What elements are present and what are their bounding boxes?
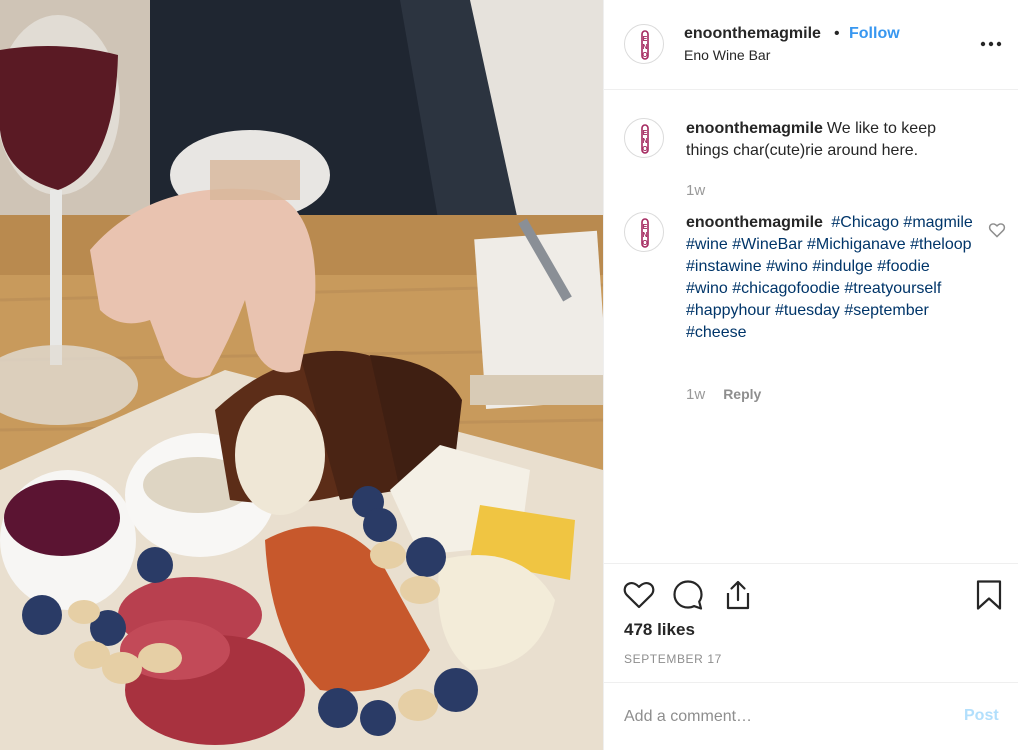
post-actions: 478 likes SEPTEMBER 17 [604,563,1018,682]
share-icon[interactable] [721,578,755,612]
hashtag-link[interactable]: #Michiganave [807,236,906,253]
hashtag-link[interactable]: #wino [766,258,808,275]
charcuterie-photo-art [0,0,603,750]
caption-time: 1w [686,182,706,199]
avatar[interactable]: E N O [624,212,664,252]
svg-text:O: O [642,52,648,59]
svg-text:O: O [642,146,648,153]
hashtag-link[interactable]: #foodie [877,258,930,275]
svg-text:E: E [643,224,648,231]
hashtag-link[interactable]: #chicagofoodie [732,280,840,297]
hashtag-link[interactable]: #tuesday [775,302,840,319]
hashtag-link[interactable]: #treatyourself [844,280,941,297]
more-horizontal-icon[interactable] [979,35,1003,53]
post-photo[interactable] [0,0,603,750]
svg-text:E: E [643,130,648,137]
likes-count[interactable]: 478 likes [624,620,695,640]
hashtag-link[interactable]: #instawine [686,258,762,275]
comment-username[interactable]: enoonthemagmile [686,214,823,231]
caption-text: enoonthemagmile We like to keep things ch… [686,118,976,162]
post-comment-button[interactable]: Post [964,707,999,725]
bookmark-icon[interactable] [972,578,1006,612]
post-details-panel: E N O enoonthemagmile • Follow Eno Wine … [603,0,1018,750]
svg-text:N: N [642,44,647,51]
hashtag-link[interactable]: #WineBar [732,236,802,253]
add-comment-bar: Post [604,682,1018,750]
header-username[interactable]: enoonthemagmile [684,25,821,43]
eno-logo-icon: E N O [641,218,649,248]
eno-logo-icon: E N O [641,124,649,154]
svg-text:O: O [642,240,648,247]
comment-bubble-icon[interactable] [671,578,705,612]
follow-button[interactable]: Follow [849,25,900,43]
hashtag-link[interactable]: #theloop [910,236,971,253]
avatar[interactable]: E N O [624,24,664,64]
heart-outline-icon[interactable] [988,222,1006,238]
hashtag-link[interactable]: #wine [686,236,728,253]
hashtag-link[interactable]: #wino [686,280,728,297]
svg-text:N: N [642,232,647,239]
hashtag-link[interactable]: #happyhour [686,302,771,319]
location-link[interactable]: Eno Wine Bar [684,47,770,63]
hashtag-link[interactable]: #september [844,302,929,319]
post-date: SEPTEMBER 17 [624,652,722,666]
svg-text:N: N [642,138,647,145]
eno-logo-icon: E N O [641,30,649,60]
comment-input[interactable] [624,703,944,731]
comment-text: enoonthemagmile #Chicago #magmile #wine … [686,212,976,344]
caption-username[interactable]: enoonthemagmile [686,120,823,137]
avatar[interactable]: E N O [624,118,664,158]
svg-text:E: E [643,36,648,43]
comment-time: 1w [686,386,706,403]
comment-meta: 1w Reply [686,386,761,403]
hashtag-link[interactable]: #Chicago [831,214,899,231]
hashtag-link[interactable]: #magmile [903,214,972,231]
hashtag-link[interactable]: #cheese [686,324,747,341]
heart-icon[interactable] [622,578,656,612]
header-separator: • [834,25,840,42]
reply-button[interactable]: Reply [723,386,761,402]
post-header: E N O enoonthemagmile • Follow Eno Wine … [604,0,1018,90]
hashtag-link[interactable]: #indulge [812,258,873,275]
